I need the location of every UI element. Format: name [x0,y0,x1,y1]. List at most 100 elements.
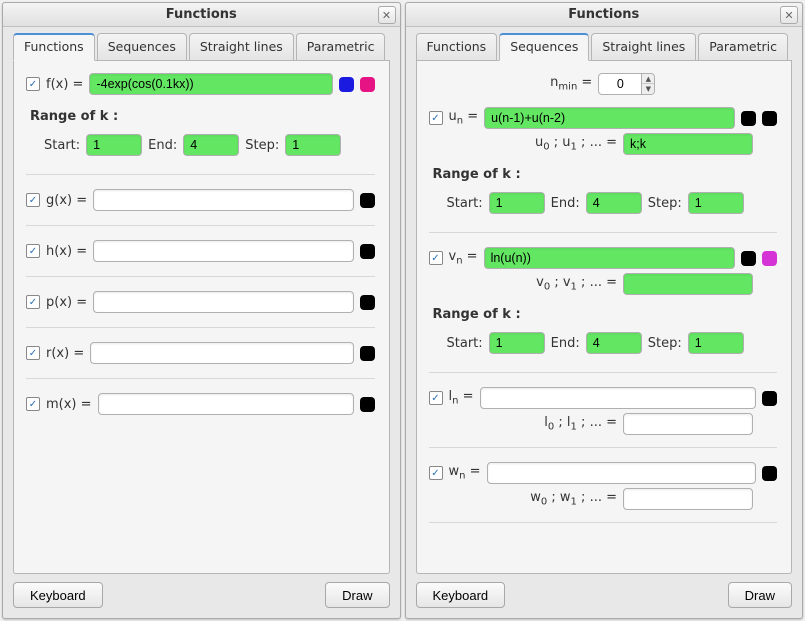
initial-terms-row: u0 ; u1 ; ... = [429,133,754,155]
keyboard-button[interactable]: Keyboard [416,582,506,608]
sequence-input[interactable] [484,247,735,269]
titlebar: Functions ✕ [3,3,400,27]
enable-checkbox[interactable]: ✓ [26,193,40,207]
color-swatch[interactable] [360,397,375,412]
function-row: ✓ h(x) = [26,240,375,262]
chevron-up-icon[interactable]: ▲ [642,74,654,84]
enable-checkbox[interactable]: ✓ [26,295,40,309]
color-swatch[interactable] [360,295,375,310]
initial-terms-input[interactable] [623,133,753,155]
sequence-label: wn = [449,464,481,482]
titlebar: Functions ✕ [406,3,803,27]
function-input[interactable] [93,240,353,262]
range-sublabel: Start: [447,336,483,351]
color-swatch[interactable] [762,251,777,266]
range-start-input[interactable] [489,332,545,354]
color-swatch[interactable] [360,193,375,208]
range-step-input[interactable] [688,332,744,354]
enable-checkbox[interactable]: ✓ [429,111,443,125]
function-row: ✓p(x) = [26,291,375,313]
tab-sequences[interactable]: Sequences [97,33,187,60]
tab-straight-lines[interactable]: Straight lines [591,33,696,60]
range-end-input[interactable] [183,134,239,156]
range-sublabel: Step: [648,196,682,211]
function-input[interactable] [93,291,353,313]
sequences-scroll[interactable]: nmin = ▲ ▼ ✓ un = u0 ; u1 ; ... = Range of … [429,73,784,565]
close-icon[interactable]: ✕ [780,6,798,24]
footer: Keyboard Draw [406,574,803,618]
color-swatch[interactable] [741,111,756,126]
function-input[interactable] [89,73,332,95]
range-step-input[interactable] [688,192,744,214]
function-row: ✓ g(x) = [26,189,375,211]
close-icon[interactable]: ✕ [378,6,396,24]
enable-checkbox[interactable]: ✓ [26,244,40,258]
tab-parametric[interactable]: Parametric [698,33,788,60]
color-swatch[interactable] [762,391,777,406]
nmin-spinner[interactable]: ▲ ▼ [598,73,655,95]
draw-button[interactable]: Draw [325,582,389,608]
sequence-row: ✓ln = [429,387,778,409]
sequence-input[interactable] [487,462,756,484]
function-input[interactable] [98,393,354,415]
color-swatch[interactable] [762,466,777,481]
initial-terms-input[interactable] [623,273,753,295]
window-functions-1: Functions ✕ Functions Sequences Straight… [2,2,401,619]
nmin-row: nmin = ▲ ▼ [429,73,778,95]
enable-checkbox[interactable]: ✓ [429,391,443,405]
range-start-input[interactable] [489,192,545,214]
enable-checkbox[interactable]: ✓ [26,397,40,411]
tab-parametric[interactable]: Parametric [296,33,386,60]
function-input[interactable] [93,189,353,211]
initial-terms-label: l0 ; l1 ; ... = [544,415,617,433]
keyboard-button[interactable]: Keyboard [13,582,103,608]
initial-terms-label: u0 ; u1 ; ... = [535,135,617,153]
body: Functions Sequences Straight lines Param… [3,27,400,574]
spinner-arrows[interactable]: ▲ ▼ [642,73,655,95]
enable-checkbox[interactable]: ✓ [429,251,443,265]
sequence-row: ✓ un = [429,107,778,129]
function-label: f(x) = [46,77,83,92]
color-swatch[interactable] [762,111,777,126]
sequence-row: ✓ wn = [429,462,778,484]
color-swatch[interactable] [741,251,756,266]
range-start-input[interactable] [86,134,142,156]
function-label: h(x) = [46,244,87,259]
chevron-down-icon[interactable]: ▼ [642,84,654,94]
enable-checkbox[interactable]: ✓ [26,346,40,360]
enable-checkbox[interactable]: ✓ [429,466,443,480]
tab-bar: Functions Sequences Straight lines Param… [416,33,793,61]
draw-button[interactable]: Draw [728,582,792,608]
tab-sequences[interactable]: Sequences [499,33,589,61]
initial-terms-row: v0 ; v1 ; ... = [429,273,754,295]
range-sublabel: End: [551,336,580,351]
initial-terms-input[interactable] [623,413,753,435]
function-label: g(x) = [46,193,87,208]
tab-functions[interactable]: Functions [13,33,95,61]
tab-functions[interactable]: Functions [416,33,498,60]
color-swatch[interactable] [339,77,354,92]
enable-checkbox[interactable]: ✓ [26,77,40,91]
nmin-label: nmin = [550,75,592,93]
function-row: ✓m(x) = [26,393,375,415]
range-end-input[interactable] [586,192,642,214]
color-swatch[interactable] [360,244,375,259]
color-swatch[interactable] [360,346,375,361]
functions-scroll: ✓f(x) =Range of k :Start:End:Step:✓g(x) … [26,73,381,565]
tab-straight-lines[interactable]: Straight lines [189,33,294,60]
panel-functions: ✓f(x) =Range of k :Start:End:Step:✓g(x) … [13,61,390,574]
range-step-input[interactable] [285,134,341,156]
function-input[interactable] [90,342,353,364]
range-end-input[interactable] [586,332,642,354]
sequence-input[interactable] [480,387,757,409]
initial-terms-input[interactable] [623,488,753,510]
nmin-input[interactable] [598,73,642,95]
range-sublabel: Start: [447,196,483,211]
sequence-label: un = [449,109,479,127]
range-label: Range of k : [433,167,778,182]
color-swatch[interactable] [360,77,375,92]
range-row: Start:End:Step: [447,332,778,354]
range-row: Start:End:Step: [44,134,375,156]
sequence-row: ✓vn = [429,247,778,269]
sequence-input[interactable] [484,107,735,129]
